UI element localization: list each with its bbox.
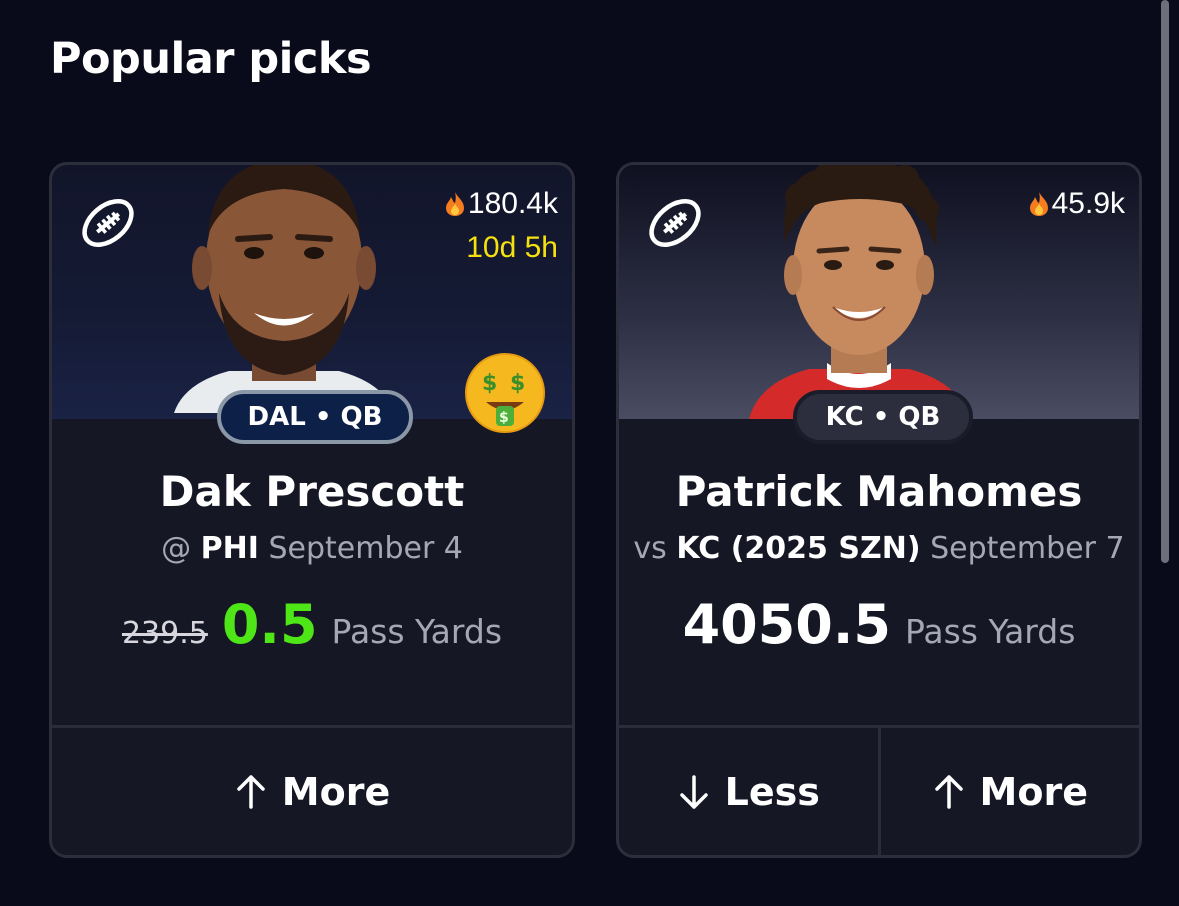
money-mouth-face-icon: $ $ $: [465, 353, 545, 433]
scrollbar[interactable]: [1161, 0, 1169, 563]
pick-stats: 45.9k: [1028, 187, 1125, 221]
more-button[interactable]: More: [877, 728, 1140, 855]
opponent: KC (2025 SZN): [676, 531, 921, 566]
arrow-down-icon: [679, 774, 708, 809]
player-name: Dak Prescott: [159, 467, 465, 516]
player-name: Patrick Mahomes: [675, 467, 1083, 516]
projection-line: 239.5 0.5 Pass Yards: [52, 593, 572, 656]
line-value: 0.5: [221, 593, 318, 656]
opponent: PHI: [200, 531, 259, 566]
popularity-value: 180.4k: [467, 187, 558, 220]
more-button[interactable]: More: [52, 728, 572, 855]
arrow-up-icon: [237, 774, 265, 809]
original-line: 239.5: [121, 616, 208, 651]
game-date: September 4: [268, 531, 463, 566]
matchup-prefix: @: [161, 531, 192, 566]
matchup-prefix: vs: [633, 531, 667, 566]
svg-text:$: $: [482, 371, 497, 396]
football-icon: [82, 199, 134, 247]
projection-line: 4050.5 Pass Yards: [619, 593, 1139, 656]
line-value: 4050.5: [682, 593, 891, 656]
popularity-count: 45.9k: [1028, 187, 1125, 221]
pick-actions: More: [52, 728, 572, 855]
flame-icon: [1029, 192, 1048, 216]
flame-icon: [445, 192, 464, 216]
team-position-badge: KC • QB: [793, 390, 973, 444]
stat-type: Pass Yards: [331, 612, 503, 651]
arrow-up-icon: [934, 774, 963, 809]
less-button[interactable]: Less: [619, 728, 878, 855]
more-label: More: [979, 769, 1088, 814]
team-position-badge: DAL • QB: [217, 390, 413, 444]
popularity-count: 180.4k: [444, 187, 558, 221]
game-date: September 7: [930, 531, 1125, 566]
popularity-value: 45.9k: [1051, 187, 1125, 220]
stat-type: Pass Yards: [904, 612, 1076, 651]
less-label: Less: [724, 769, 820, 814]
svg-text:$: $: [499, 410, 509, 426]
countdown-timer: 10d 5h: [466, 231, 558, 264]
pick-card-dak-prescott[interactable]: 180.4k 10d 5h DAL • QB $ $ $ Dak Prescot…: [49, 162, 575, 858]
player-hero: 45.9k: [619, 165, 1139, 419]
pick-stats: 180.4k 10d 5h: [444, 187, 558, 265]
pick-card-patrick-mahomes[interactable]: 45.9k KC • QB Patrick Mahomes vs KC (202…: [616, 162, 1142, 858]
matchup-info: vs KC (2025 SZN) September 7: [619, 531, 1139, 566]
more-label: More: [281, 769, 391, 814]
pick-actions: Less More: [619, 728, 1139, 855]
matchup-info: @ PHI September 4: [52, 531, 572, 566]
football-icon: [649, 199, 701, 247]
player-photo: [174, 165, 394, 413]
svg-text:$: $: [510, 371, 525, 396]
page-title: Popular picks: [50, 34, 372, 84]
player-photo: [749, 165, 969, 419]
